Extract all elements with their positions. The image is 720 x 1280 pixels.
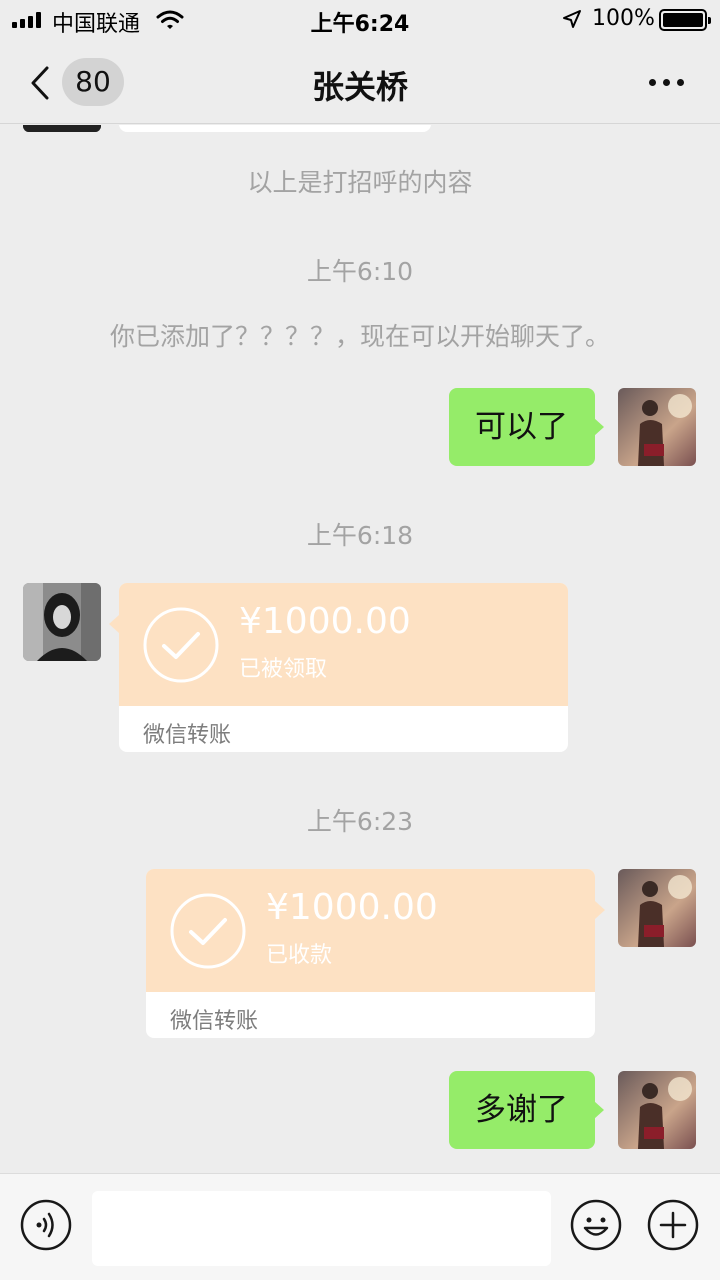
- message-bubble[interactable]: [119, 125, 431, 132]
- location-icon: [562, 9, 582, 35]
- transfer-amount: ¥1000.00: [239, 601, 411, 642]
- battery-icon: [659, 9, 711, 31]
- transfer-card[interactable]: ¥1000.00 已被领取 微信转账: [119, 583, 568, 752]
- sent-message[interactable]: 多谢了: [449, 1071, 604, 1149]
- timestamp: 上午6:18: [306, 521, 414, 550]
- greeting-note: 以上是打招呼的内容: [247, 168, 473, 197]
- transfer-status: 已被领取: [239, 657, 328, 682]
- status-bar: 中国联通 上午6:24 100%: [0, 0, 720, 40]
- user-avatar[interactable]: [618, 869, 696, 947]
- timestamp: 上午6:10: [306, 257, 414, 286]
- check-circle-icon: [169, 892, 247, 974]
- nav-bar: 80 张关桥: [0, 40, 720, 124]
- contact-avatar[interactable]: [23, 583, 101, 661]
- user-avatar[interactable]: [618, 1071, 696, 1149]
- check-circle-icon: [142, 606, 220, 688]
- transfer-card[interactable]: ¥1000.00 已收款 微信转账: [146, 869, 595, 1038]
- plus-icon[interactable]: [647, 1199, 699, 1255]
- contact-avatar[interactable]: [23, 125, 101, 132]
- more-button[interactable]: [640, 68, 692, 96]
- input-bar: [0, 1173, 720, 1280]
- transfer-status: 已收款: [266, 943, 333, 968]
- transfer-amount: ¥1000.00: [266, 887, 438, 928]
- voice-icon[interactable]: [20, 1199, 72, 1255]
- ellipsis-icon: [648, 78, 656, 86]
- emoji-icon[interactable]: [570, 1199, 622, 1255]
- transfer-label: 微信转账: [170, 1009, 259, 1034]
- battery-percent: 100%: [592, 6, 655, 31]
- message-input[interactable]: [92, 1191, 551, 1266]
- chat-area[interactable]: 以上是打招呼的内容 上午6:10 你已添加了？？？？，现在可以开始聊天了。 可以…: [0, 125, 720, 1173]
- timestamp: 上午6:23: [306, 807, 414, 836]
- chat-title: 张关桥: [311, 68, 408, 106]
- transfer-label: 微信转账: [143, 723, 232, 748]
- added-note: 你已添加了？？？？，现在可以开始聊天了。: [109, 322, 610, 351]
- sent-message[interactable]: 可以了: [449, 388, 604, 466]
- user-avatar[interactable]: [618, 388, 696, 466]
